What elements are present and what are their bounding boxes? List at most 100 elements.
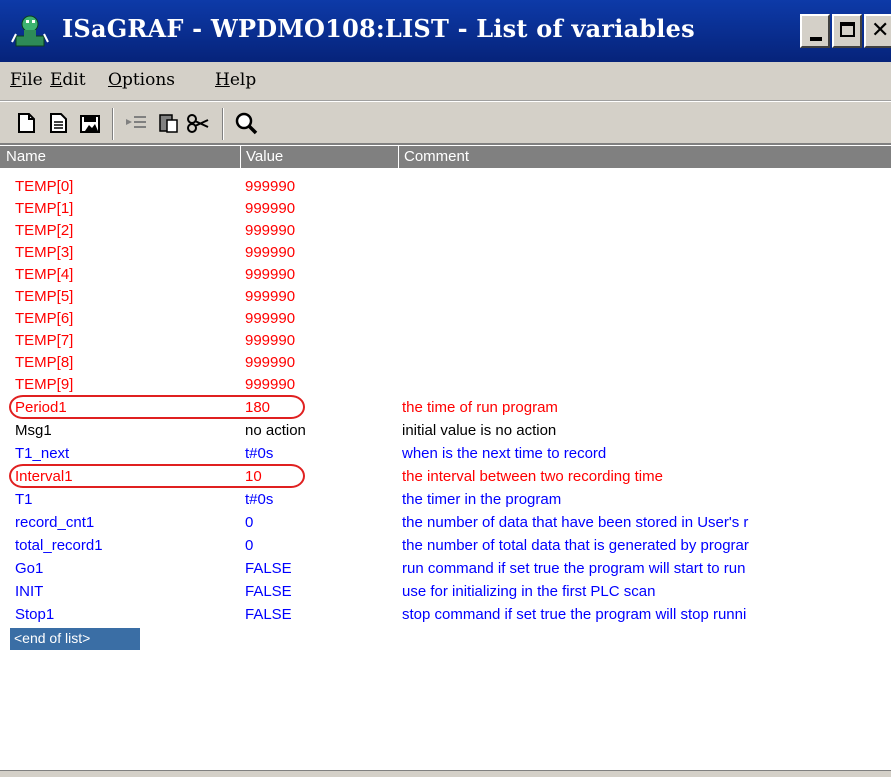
table-row[interactable]: Stop1 FALSE stop command if set true the p… bbox=[0, 604, 891, 626]
paste-button[interactable] bbox=[156, 111, 180, 135]
table-row[interactable]: Msg1 no action initial value is no action bbox=[0, 420, 891, 442]
column-divider[interactable] bbox=[398, 146, 399, 168]
row-value: 999990 bbox=[245, 354, 296, 371]
row-name: T1 bbox=[15, 491, 33, 508]
row-value: 0 bbox=[245, 514, 254, 531]
row-value: FALSE bbox=[245, 583, 292, 600]
row-name: INIT bbox=[15, 583, 44, 600]
row-value: 180 bbox=[245, 399, 271, 416]
column-comment-header[interactable]: Comment bbox=[404, 148, 469, 165]
column-name-header[interactable]: Name bbox=[6, 148, 46, 165]
row-name: Msg1 bbox=[15, 422, 52, 439]
row-value: FALSE bbox=[245, 606, 292, 623]
table-row[interactable]: TEMP[2] 999990 bbox=[0, 220, 891, 242]
table-row[interactable]: Period1 180 the time of run program bbox=[0, 397, 891, 419]
row-comment: the number of data that have been stored… bbox=[402, 514, 749, 531]
table-row[interactable]: T1 t#0s the timer in the program bbox=[0, 489, 891, 511]
row-name: Period1 bbox=[15, 399, 67, 416]
menu-help[interactable]: Help bbox=[215, 70, 256, 90]
table-row[interactable]: Go1 FALSE run command if set true the prog… bbox=[0, 558, 891, 580]
new-button[interactable] bbox=[14, 111, 38, 135]
row-name: TEMP[6] bbox=[15, 310, 74, 327]
row-value: 999990 bbox=[245, 178, 296, 195]
isagraf-window: ISaGRAF - WPDMO108:LIST - List of variab… bbox=[0, 0, 891, 777]
save-icon bbox=[80, 115, 100, 133]
table-row[interactable]: TEMP[5] 999990 bbox=[0, 286, 891, 308]
row-value: 999990 bbox=[245, 222, 296, 239]
title-bar[interactable]: ISaGRAF - WPDMO108:LIST - List of variab… bbox=[0, 0, 891, 62]
insert-button[interactable] bbox=[124, 111, 148, 135]
toolbar bbox=[0, 101, 891, 145]
insert-icon bbox=[126, 116, 146, 128]
save-button[interactable] bbox=[78, 111, 102, 135]
isagraf-app-icon[interactable] bbox=[10, 12, 50, 50]
search-icon bbox=[235, 112, 258, 135]
close-icon: ✕ bbox=[871, 18, 890, 43]
row-value: 999990 bbox=[245, 266, 296, 283]
paste-icon bbox=[159, 114, 178, 133]
table-row[interactable]: TEMP[8] 999990 bbox=[0, 352, 891, 374]
table-row[interactable]: TEMP[4] 999990 bbox=[0, 264, 891, 286]
table-row[interactable]: Interval1 10 the interval between two reco… bbox=[0, 466, 891, 488]
menu-edit[interactable]: Edit bbox=[50, 70, 86, 90]
row-value: 999990 bbox=[245, 332, 296, 349]
row-comment: initial value is no action bbox=[402, 422, 557, 439]
table-row[interactable]: INIT FALSE use for initializing in the fir… bbox=[0, 581, 891, 603]
table-row[interactable]: record_cnt1 0 the number of data that have… bbox=[0, 512, 891, 534]
row-comment: the timer in the program bbox=[402, 491, 562, 508]
table-row[interactable]: total_record1 0 the number of total data t… bbox=[0, 535, 891, 557]
minimize-button[interactable] bbox=[800, 14, 830, 48]
end-of-list-marker[interactable]: <end of list> bbox=[10, 628, 140, 650]
column-divider[interactable] bbox=[240, 146, 241, 168]
row-value: no action bbox=[245, 422, 306, 439]
cut-button[interactable] bbox=[186, 111, 210, 135]
column-header: Name Value Comment bbox=[0, 146, 891, 168]
row-comment: stop command if set true the program wil… bbox=[402, 606, 747, 623]
cut-icon bbox=[187, 114, 209, 133]
variable-list: TEMP[0] 999990 TEMP[1] 999990 TEMP[2] 99999… bbox=[0, 168, 891, 728]
toolbar-separator bbox=[222, 108, 224, 140]
row-name: record_cnt1 bbox=[15, 514, 95, 531]
row-name: TEMP[0] bbox=[15, 178, 74, 195]
search-button[interactable] bbox=[234, 111, 258, 135]
row-name: TEMP[3] bbox=[15, 244, 74, 261]
open-button[interactable] bbox=[46, 111, 70, 135]
row-comment: the interval between two recording time bbox=[402, 468, 663, 485]
row-name: TEMP[5] bbox=[15, 288, 74, 305]
row-value: 999990 bbox=[245, 376, 296, 393]
row-name: TEMP[9] bbox=[15, 376, 74, 393]
table-row[interactable]: TEMP[6] 999990 bbox=[0, 308, 891, 330]
close-button[interactable]: ✕ bbox=[864, 14, 891, 48]
row-name: TEMP[8] bbox=[15, 354, 74, 371]
window-title: ISaGRAF - WPDMO108:LIST - List of variab… bbox=[62, 14, 695, 43]
row-name: TEMP[7] bbox=[15, 332, 74, 349]
maximize-button[interactable] bbox=[832, 14, 862, 48]
row-value: 999990 bbox=[245, 244, 296, 261]
row-name: T1_next bbox=[15, 445, 70, 462]
table-row[interactable]: TEMP[3] 999990 bbox=[0, 242, 891, 264]
menu-options[interactable]: Options bbox=[108, 70, 175, 90]
row-value: 10 bbox=[245, 468, 262, 485]
menu-file[interactable]: File bbox=[10, 70, 43, 90]
row-value: t#0s bbox=[245, 491, 274, 508]
table-row[interactable]: TEMP[9] 999990 bbox=[0, 374, 891, 396]
row-name: TEMP[4] bbox=[15, 266, 74, 283]
window-bottom-edge bbox=[0, 770, 891, 777]
row-name: TEMP[1] bbox=[15, 200, 74, 217]
table-row[interactable]: TEMP[7] 999990 bbox=[0, 330, 891, 352]
row-value: 999990 bbox=[245, 288, 296, 305]
row-name: total_record1 bbox=[15, 537, 103, 554]
maximize-icon bbox=[840, 22, 855, 37]
column-value-header[interactable]: Value bbox=[246, 148, 283, 165]
row-value: FALSE bbox=[245, 560, 292, 577]
open-icon bbox=[50, 113, 67, 133]
row-name: TEMP[2] bbox=[15, 222, 74, 239]
table-row[interactable]: T1_next t#0s when is the next time to reco… bbox=[0, 443, 891, 465]
table-row[interactable]: TEMP[0] 999990 bbox=[0, 176, 891, 198]
row-comment: use for initializing in the first PLC sc… bbox=[402, 583, 656, 600]
table-row[interactable]: TEMP[1] 999990 bbox=[0, 198, 891, 220]
row-value: 999990 bbox=[245, 200, 296, 217]
menu-bar: File Edit Options Help bbox=[0, 62, 891, 101]
row-value: 0 bbox=[245, 537, 254, 554]
minimize-icon bbox=[810, 37, 822, 41]
